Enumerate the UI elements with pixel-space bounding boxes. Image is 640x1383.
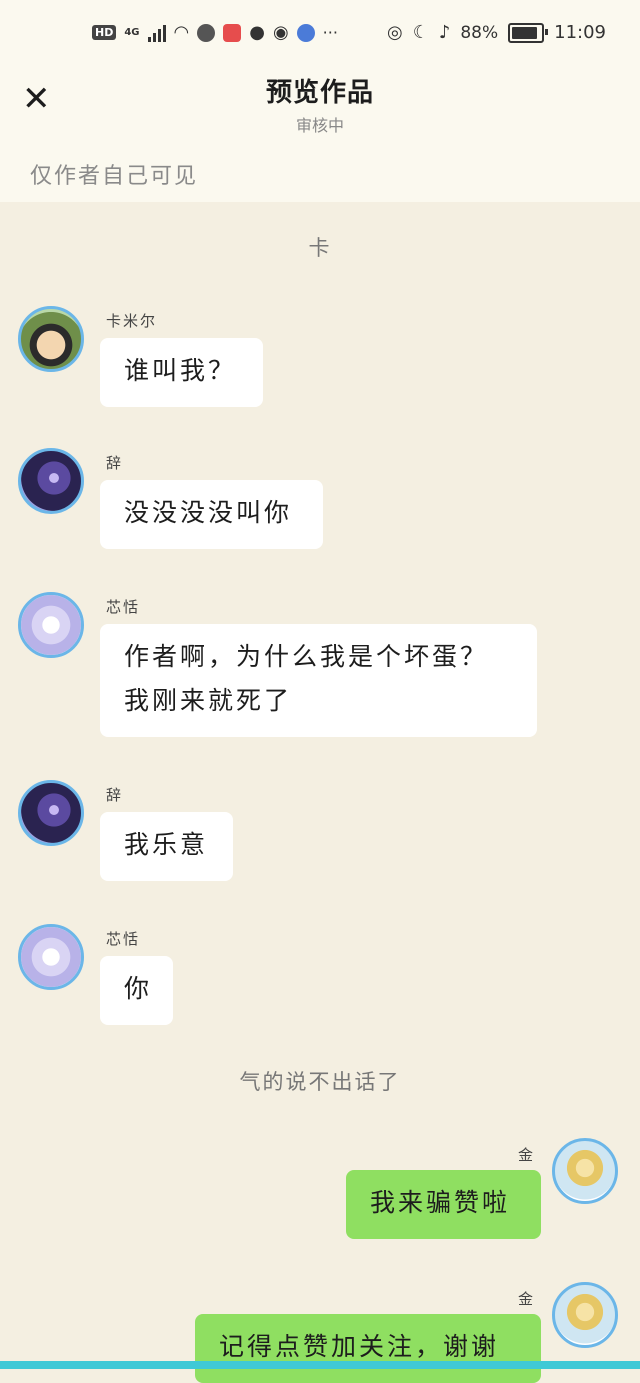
avatar[interactable] [552, 1282, 618, 1348]
battery-fill [512, 26, 537, 39]
message-bubble[interactable]: 作者啊，为什么我是个坏蛋？我刚来就死了 [100, 624, 537, 737]
avatar[interactable] [18, 306, 84, 372]
status-right: ◎ ☾ ♪ 88% 11:09 [387, 22, 606, 43]
avatar[interactable] [18, 780, 84, 846]
avatar[interactable] [552, 1138, 618, 1204]
sender-name: 金 [518, 1146, 536, 1164]
network-label: 4G [124, 27, 140, 38]
bell-off-icon: ♪ [438, 22, 451, 43]
bottom-bar [0, 1361, 640, 1369]
message-bubble[interactable]: 谁叫我？ [100, 338, 263, 407]
message-bubble[interactable]: 你 [100, 956, 173, 1025]
avatar[interactable] [18, 924, 84, 990]
sender-name: 金 [518, 1290, 536, 1308]
moon-icon: ☾ [412, 22, 429, 43]
sender-name: 芯恬 [106, 930, 141, 948]
visibility-note: 仅作者自己可见 [30, 164, 199, 189]
status-left: HD 4G ◠ ● ◉ ··· [92, 22, 338, 43]
wifi-icon: ◠ [173, 22, 190, 43]
eye-icon: ◎ [386, 22, 403, 43]
narration-middle: 气的说不出话了 [239, 1070, 401, 1094]
review-status: 审核中 [295, 116, 344, 135]
more-notifications-icon: ··· [322, 23, 338, 42]
sender-name: 卡米尔 [106, 312, 158, 330]
message-bubble[interactable]: 我来骗赞啦 [346, 1170, 541, 1239]
avatar[interactable] [18, 592, 84, 658]
chat-area[interactable]: 卡 卡米尔 谁叫我？ 辞 没没没没叫你 芯恬 作者啊，为什么我是个坏蛋？我刚来就… [0, 202, 640, 1383]
wechat-icon: ◉ [272, 22, 289, 43]
battery-icon [508, 22, 549, 43]
app-notification-icon [197, 23, 216, 42]
message-bubble[interactable]: 我乐意 [100, 812, 233, 881]
message-icon: ● [249, 22, 265, 43]
hd-badge: HD [92, 25, 117, 40]
header: ✕ 预览作品 审核中 仅作者自己可见 [0, 72, 640, 202]
message-bubble[interactable]: 记得点赞加关注，谢谢 [195, 1314, 541, 1383]
message-bubble[interactable]: 没没没没叫你 [100, 480, 323, 549]
page-title: 预览作品 [265, 78, 374, 108]
narration-top: 卡 [308, 236, 332, 260]
battery-percent: 88% [460, 22, 499, 43]
signal-icon [147, 24, 166, 42]
music-app-icon [296, 23, 315, 42]
app-red-icon [223, 23, 242, 42]
sender-name: 辞 [106, 454, 124, 472]
sender-name: 辞 [106, 786, 124, 804]
status-bar: HD 4G ◠ ● ◉ ··· ◎ ☾ ♪ 88% 11:09 [0, 0, 640, 72]
sender-name: 芯恬 [106, 598, 141, 616]
clock: 11:09 [554, 22, 606, 43]
avatar[interactable] [18, 448, 84, 514]
